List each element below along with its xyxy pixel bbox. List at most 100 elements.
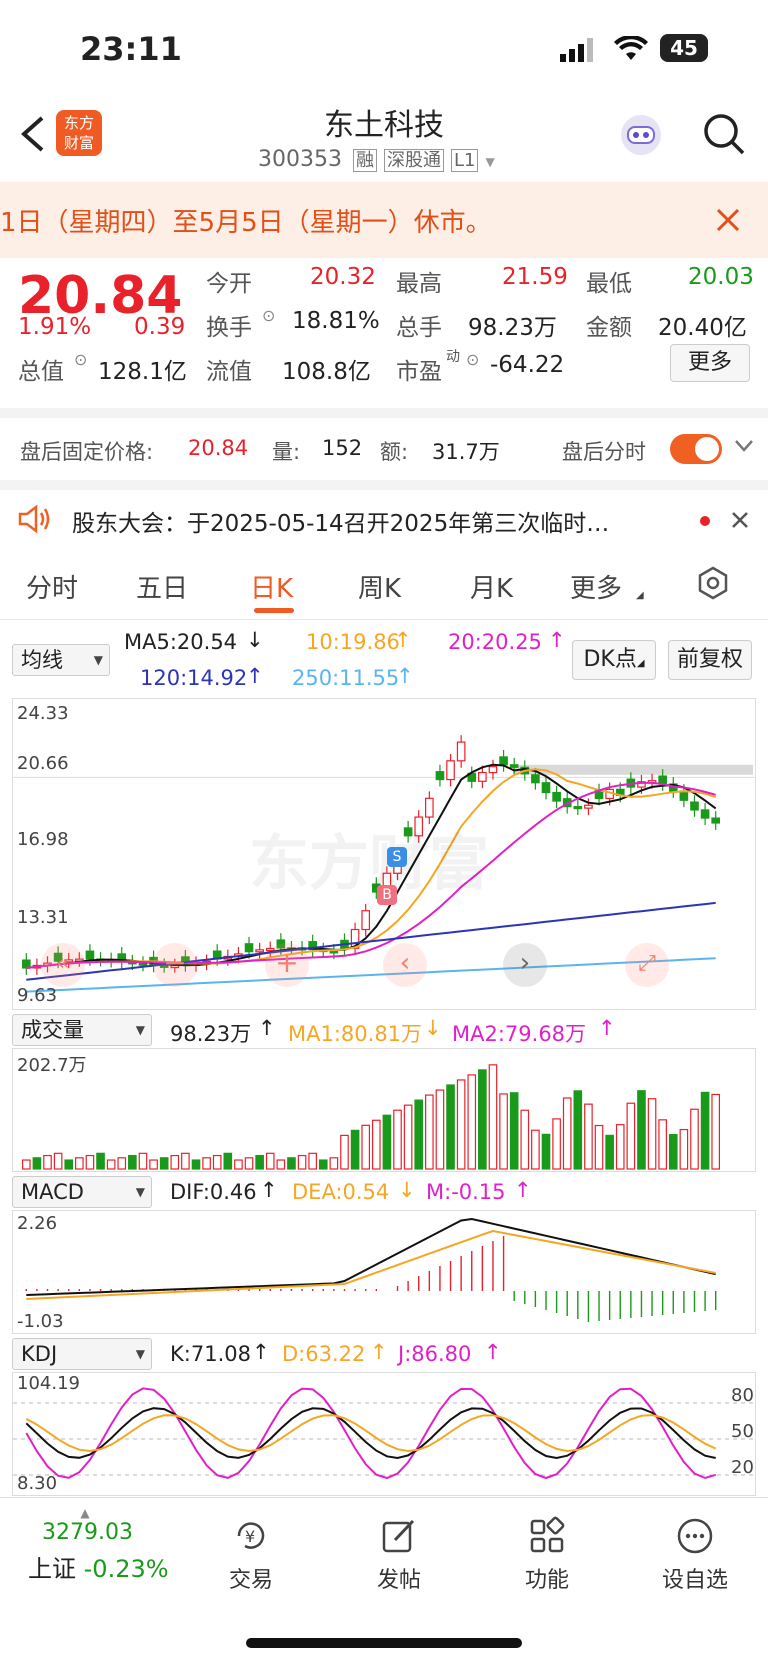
kdj-chart[interactable]: 104.19 8.30 80 50 20: [12, 1372, 756, 1496]
volume-bar: [276, 1159, 286, 1170]
volume-bar: [244, 1157, 254, 1170]
chevron-down-icon[interactable]: [734, 438, 754, 457]
zoom-in-icon[interactable]: +: [265, 943, 309, 987]
change-amount: 0.39: [134, 314, 186, 340]
volume-label: 总手: [396, 315, 442, 341]
buy-marker-label: B: [382, 887, 392, 903]
nav-post[interactable]: 发帖: [344, 1516, 454, 1594]
next-icon[interactable]: ›: [503, 943, 547, 987]
volume-bar: [149, 1159, 158, 1170]
nav-features[interactable]: 功能: [492, 1516, 602, 1594]
robot-assistant-icon[interactable]: [618, 112, 664, 162]
candle-body: [435, 771, 445, 781]
tab-more[interactable]: 更多: [570, 568, 622, 605]
info-icon[interactable]: ⊙: [262, 306, 275, 325]
volume-bar: [446, 1084, 455, 1170]
volume-bar: [700, 1091, 710, 1170]
search-icon[interactable]: [702, 112, 746, 160]
volume-bar: [361, 1124, 371, 1170]
info-icon[interactable]: ⊙: [466, 350, 479, 369]
mktcap-value: 128.1亿: [98, 359, 187, 385]
y-label: 20.66: [17, 753, 69, 774]
close-icon[interactable]: [730, 510, 750, 534]
pe-label: 市盈: [396, 359, 442, 385]
nav-features-label: 功能: [524, 1568, 569, 1593]
more-button[interactable]: 更多: [670, 344, 750, 382]
stock-code: 300353: [258, 147, 342, 172]
volume-bar: [403, 1104, 413, 1170]
volume-bar: [234, 1159, 243, 1170]
prev-icon[interactable]: ‹: [383, 943, 427, 987]
signal-icon: [560, 38, 596, 66]
indicator-selector[interactable]: 均线 ▼: [12, 644, 110, 676]
volume-bar: [85, 1154, 95, 1170]
candle-body: [711, 817, 721, 824]
candle-body: [85, 950, 95, 960]
nav-post-label: 发帖: [376, 1568, 421, 1593]
macd-chart[interactable]: 2.26 -1.03: [12, 1210, 756, 1334]
volume-bar: [584, 1103, 593, 1170]
ma120-line: [26, 901, 716, 981]
volume-bar: [297, 1154, 307, 1170]
afterhours-toggle-label: 盘后分时: [562, 440, 646, 464]
tab-intraday[interactable]: 分时: [26, 568, 78, 605]
volume-bar: [605, 1134, 614, 1170]
speaker-icon: [16, 504, 54, 538]
candle-body: [446, 760, 455, 781]
tab-monthly-k[interactable]: 月K: [470, 568, 513, 605]
zoom-out-icon[interactable]: −: [153, 943, 197, 987]
afterhours-amt-label: 额:: [380, 440, 409, 464]
market-index[interactable]: ▲ 3279.03 上证 -0.23%: [20, 1506, 180, 1584]
close-icon[interactable]: [714, 206, 742, 238]
volume-bar: [318, 1159, 328, 1170]
more-triangle-icon: ◢: [636, 590, 644, 601]
resistance-band: [513, 764, 753, 775]
watermark: 东方财富: [249, 829, 489, 899]
y-label: 9.63: [17, 985, 58, 1006]
scroll-left-icon[interactable]: «: [41, 943, 85, 987]
candle-body: [690, 801, 699, 811]
volume-bar: [138, 1152, 148, 1170]
nav-trade-label: 交易: [228, 1568, 273, 1593]
afterhours-amt: 31.7万: [432, 440, 500, 464]
high-value: 21.59: [502, 264, 568, 290]
volume-selector[interactable]: 成交量 ▼: [12, 1014, 152, 1046]
dk-point-button[interactable]: DK点◢: [572, 640, 656, 680]
arrow-up-icon: ↑: [514, 1178, 532, 1202]
y-label: -1.03: [17, 1311, 64, 1332]
volume-bar: [202, 1157, 211, 1170]
gear-icon[interactable]: [696, 566, 730, 604]
tab-active-indicator: [254, 608, 294, 613]
pe-superscript: 动: [446, 349, 460, 365]
info-icon[interactable]: ⊙: [74, 350, 87, 369]
stock-code-row: 300353 融 深股通 L1 ▼: [258, 146, 495, 172]
volume-chart[interactable]: 202.7万: [12, 1048, 756, 1172]
afterhours-toggle[interactable]: [670, 434, 722, 464]
volume-bar: [170, 1154, 180, 1170]
kline-chart[interactable]: 24.33 20.66 16.98 13.31 9.63 东方财富 S B « …: [12, 698, 756, 1010]
announcement-row[interactable]: 股东大会：于2025-05-14召开2025年第三次临时…: [0, 490, 768, 550]
fullscreen-icon[interactable]: ⤢: [625, 943, 669, 987]
kdj-d: D:63.22: [282, 1342, 366, 1366]
status-time: 23:11: [80, 30, 182, 68]
kdj-selector[interactable]: KDJ ▼: [12, 1338, 152, 1370]
dea-line: [26, 1229, 716, 1300]
macd-selector[interactable]: MACD ▼: [12, 1176, 152, 1208]
nav-watchlist-label: 设自选: [661, 1568, 728, 1593]
candle-body: [541, 782, 551, 794]
sell-marker[interactable]: S: [387, 847, 407, 867]
chevron-down-icon[interactable]: ▼: [485, 155, 494, 169]
tab-daily-k[interactable]: 日K: [250, 568, 293, 605]
tab-five-day[interactable]: 五日: [136, 568, 188, 605]
nav-watchlist[interactable]: 设自选: [640, 1516, 750, 1594]
float-value: 108.8亿: [282, 359, 371, 385]
afterhours-label: 盘后固定价格:: [20, 440, 154, 464]
volume-bar: [456, 1079, 466, 1170]
tab-weekly-k[interactable]: 周K: [358, 568, 401, 605]
nav-trade[interactable]: ¥ 交易: [196, 1516, 306, 1594]
arrow-down-icon: ↓: [398, 1178, 416, 1202]
adjust-button[interactable]: 前复权: [668, 640, 752, 680]
indicator-selector-label: 均线: [21, 648, 63, 672]
arrow-up-icon: ↑: [394, 628, 412, 652]
buy-marker[interactable]: B: [377, 885, 397, 905]
